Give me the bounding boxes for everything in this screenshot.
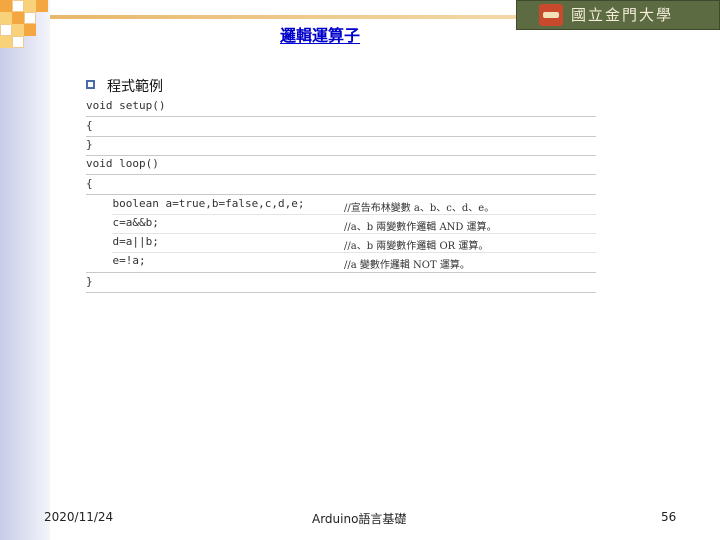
code-line: d=a||b; bbox=[86, 235, 159, 248]
square-decoration bbox=[36, 0, 48, 12]
page-number: 56 bbox=[661, 510, 677, 524]
code-line: { bbox=[86, 119, 93, 132]
square-bullet-icon bbox=[86, 80, 95, 89]
slide-title: 邏輯運算子 bbox=[279, 26, 360, 45]
footer-date: 2020/11/24 bbox=[44, 510, 114, 524]
square-decoration bbox=[0, 36, 12, 48]
footer-course: Arduino語言基礎 bbox=[312, 512, 407, 526]
bullet-label: 程式範例 bbox=[107, 79, 163, 95]
code-divider bbox=[86, 272, 596, 273]
code-divider bbox=[86, 155, 596, 156]
square-decoration bbox=[24, 12, 36, 24]
code-line: void loop() bbox=[86, 157, 159, 170]
square-decoration bbox=[0, 0, 12, 12]
code-example: void setup() { } void loop() { boolean a… bbox=[86, 96, 596, 296]
university-logo: 國立金門大學 bbox=[516, 0, 720, 30]
square-decoration bbox=[24, 0, 36, 12]
header-rule bbox=[50, 15, 520, 19]
code-line: boolean a=true,b=false,c,d,e; bbox=[86, 197, 305, 210]
code-line: } bbox=[86, 138, 93, 151]
code-line: c=a&&b; bbox=[86, 216, 159, 229]
code-divider bbox=[86, 136, 596, 137]
square-decoration bbox=[0, 12, 12, 24]
code-divider bbox=[112, 233, 596, 234]
code-line: } bbox=[86, 275, 93, 288]
code-divider bbox=[86, 194, 596, 195]
square-decoration bbox=[12, 36, 24, 48]
code-line: { bbox=[86, 177, 93, 190]
square-decoration bbox=[12, 24, 24, 36]
decorative-squares bbox=[0, 0, 62, 52]
left-gradient-band bbox=[0, 0, 50, 540]
square-decoration bbox=[24, 24, 36, 36]
square-decoration bbox=[0, 24, 12, 36]
code-line: void setup() bbox=[86, 99, 166, 112]
code-divider bbox=[112, 252, 596, 253]
code-divider bbox=[86, 174, 596, 175]
logo-emblem-icon bbox=[539, 4, 563, 26]
logo-text: 國立金門大學 bbox=[571, 6, 674, 24]
code-divider bbox=[86, 116, 596, 117]
code-divider bbox=[86, 292, 596, 293]
code-line: e=!a; bbox=[86, 254, 146, 267]
square-decoration bbox=[12, 12, 24, 24]
square-decoration bbox=[12, 0, 24, 12]
code-divider bbox=[112, 214, 596, 215]
